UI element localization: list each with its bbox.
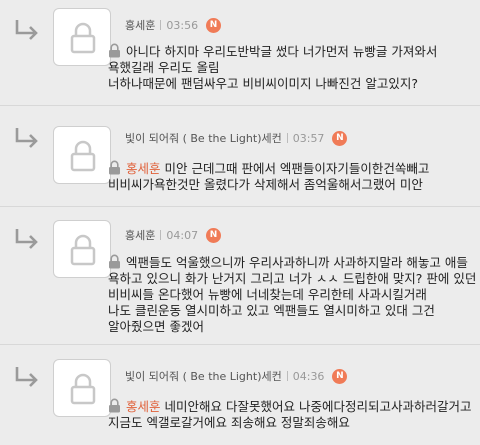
avatar[interactable] [53, 8, 111, 66]
new-badge: N [206, 227, 222, 243]
new-badge: N [332, 368, 348, 384]
divider [286, 133, 288, 143]
lock-icon [70, 234, 96, 266]
comment-text: 아니다 하지마 우리도반박글 썼다 너가먼저 뉴빵글 가져와서 [126, 44, 438, 59]
comment-item: 홍세훈 04:07 N 엑팬들도 억울했으니까 우리사과하니까 사과하지말라 해… [0, 207, 480, 345]
author-name[interactable]: 홍세훈 [125, 227, 155, 243]
comment-body: 홍세훈 미안 근데그때 판에서 엑팬들이자기들이한건쏙빼고 비비씨가욕한것만 올렸… [108, 160, 474, 193]
comment-line: 엑팬들도 억울했으니까 우리사과하니까 사과하지말라 해놓고 애들 [108, 254, 474, 271]
comment-text: 엑팬들도 억울했으니까 우리사과하니까 사과하지말라 해놓고 애들 [126, 255, 468, 270]
comment-line: 지금도 엑갤로갈거에요 죄송해요 정말죄송해요 [108, 415, 350, 430]
comment-line: 비비씨가욕한것만 올렸다가 삭제해서 좀억울해서그랬어 미안 [108, 177, 423, 192]
divider [286, 371, 288, 381]
lock-icon [70, 22, 96, 54]
comment-body: 엑팬들도 억울했으니까 우리사과하니까 사과하지말라 해놓고 애들 욕하고 있으… [108, 254, 477, 335]
comment-line: 너하나때문에 팬덤싸우고 비비씨이미지 나빠진건 알고있지? [108, 76, 419, 91]
divider [160, 230, 162, 240]
comment-meta: 홍세훈 04:07 N [125, 227, 222, 243]
avatar[interactable] [53, 126, 111, 184]
comment-item: 빛이 되어줘 ( Be the Light)세컨 04:36 N 홍세훈 네미안해… [0, 345, 480, 445]
comment-line: 욕했길래 우리도 올림 [108, 60, 220, 75]
comment-line: 홍세훈 네미안해요 다잘못했어요 나중에다정리되고사과하러갈거고 [108, 398, 474, 415]
mention-link[interactable]: 홍세훈 [126, 161, 161, 176]
comment-line: 알아줬으면 좋겠어 [108, 319, 204, 334]
comment-text: 미안 근데그때 판에서 엑팬들이자기들이한건쏙빼고 [164, 161, 430, 176]
author-name[interactable]: 빛이 되어줘 ( Be the Light)세컨 [125, 368, 282, 384]
comment-meta: 빛이 되어줘 ( Be the Light)세컨 03:57 N [125, 130, 348, 146]
lock-icon [70, 373, 96, 405]
comment-body: 홍세훈 네미안해요 다잘못했어요 나중에다정리되고사과하러갈거고 지금도 엑갤로갈… [108, 398, 474, 431]
secret-lock-icon [109, 160, 120, 175]
comment-body: 아니다 하지마 우리도반박글 썼다 너가먼저 뉴빵글 가져와서 욕했길래 우리도… [108, 43, 474, 92]
timestamp: 04:07 [166, 228, 199, 242]
comment-line: 욕하고 있으니 화가 난거지 그리고 너가 ㅅㅅ 드립한애 맞지? 판에 있던 [108, 271, 477, 286]
lock-icon [70, 140, 96, 172]
new-badge: N [332, 130, 348, 146]
timestamp: 03:56 [166, 18, 199, 32]
comment-line: 홍세훈 미안 근데그때 판에서 엑팬들이자기들이한건쏙빼고 [108, 160, 474, 177]
timestamp: 03:57 [292, 131, 325, 145]
comment-item: 빛이 되어줘 ( Be the Light)세컨 03:57 N 홍세훈 미안 근… [0, 106, 480, 207]
comment-line: 나도 클린운동 열시미하고 있고 엑팬들도 열시미하고 있대 그건 [108, 303, 435, 318]
comment-meta: 홍세훈 03:56 N [125, 17, 222, 33]
timestamp: 04:36 [292, 369, 325, 383]
divider [160, 20, 162, 30]
mention-link[interactable]: 홍세훈 [126, 399, 161, 414]
new-badge: N [206, 17, 222, 33]
secret-lock-icon [109, 254, 120, 269]
avatar[interactable] [53, 220, 111, 278]
avatar[interactable] [53, 359, 111, 417]
reply-arrow-icon [15, 367, 38, 387]
author-name[interactable]: 홍세훈 [125, 17, 155, 33]
reply-arrow-icon [15, 229, 38, 249]
comment-text: 네미안해요 다잘못했어요 나중에다정리되고사과하러갈거고 [164, 399, 472, 414]
comment-meta: 빛이 되어줘 ( Be the Light)세컨 04:36 N [125, 368, 348, 384]
comment-item: 홍세훈 03:56 N 아니다 하지마 우리도반박글 썼다 너가먼저 뉴빵글 가… [0, 0, 480, 106]
reply-arrow-icon [15, 128, 38, 148]
secret-lock-icon [109, 43, 120, 58]
comment-line: 아니다 하지마 우리도반박글 썼다 너가먼저 뉴빵글 가져와서 [108, 43, 474, 60]
reply-arrow-icon [15, 20, 38, 40]
comment-line: 비비씨들 온다했어 뉴빵에 너네찾는데 우리한테 사과시킬거래 [108, 287, 427, 302]
author-name[interactable]: 빛이 되어줘 ( Be the Light)세컨 [125, 130, 282, 146]
secret-lock-icon [109, 398, 120, 413]
